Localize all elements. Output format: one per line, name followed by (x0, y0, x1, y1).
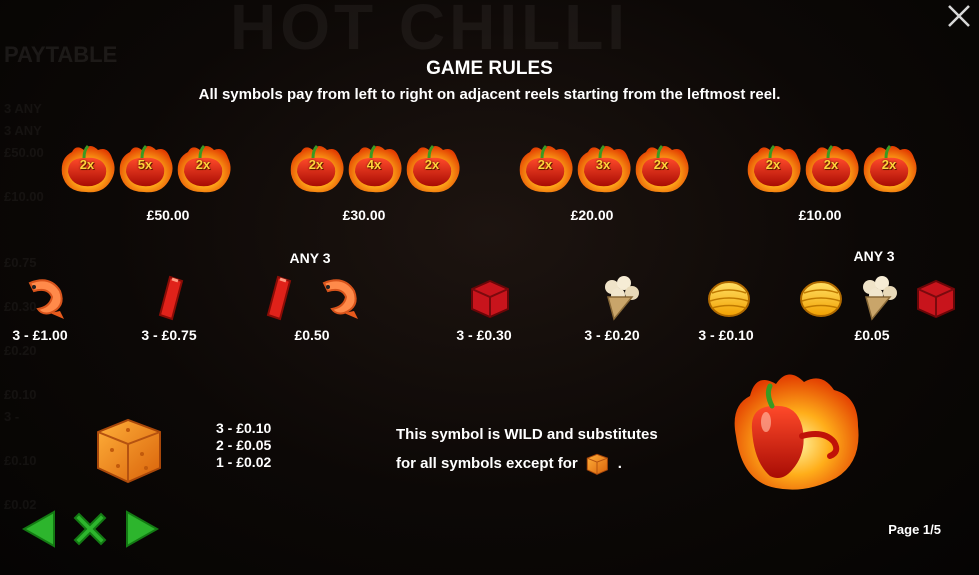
chili-flame-icon: 2x (58, 140, 117, 196)
cheese-cube-pays: 3 - £0.10 2 - £0.05 1 - £0.02 (216, 420, 271, 471)
any3-right-prize: £0.05 (854, 327, 890, 343)
meat-cube-icon (910, 273, 960, 323)
multiplier-label: 2x (308, 157, 324, 172)
combo-prize-3: £20.00 (570, 207, 614, 223)
any3-right-label: ANY 3 (853, 248, 895, 264)
wild-line-2: for all symbols except for. (396, 449, 658, 478)
cube-pay-2: 2 - £0.05 (216, 437, 272, 453)
corn-icon (704, 273, 754, 323)
multiplier-label: 2x (881, 157, 897, 172)
arrow-left-icon (21, 510, 55, 548)
wild-line-1: This symbol is WILD and substitutes (396, 426, 658, 443)
chili-flame-icon: 2x (744, 140, 803, 196)
meat-cube-icon (464, 273, 514, 323)
chili-flame-icon: 3x (574, 140, 633, 196)
multiplier-label: 2x (195, 157, 211, 172)
x-close-green-icon (73, 512, 107, 546)
wild-line-2-end: . (617, 455, 622, 472)
wild-description: This symbol is WILD and substitutes for … (396, 420, 658, 478)
meat-prize: 3 - £0.30 (456, 327, 512, 343)
page-title: GAME RULES (426, 58, 553, 79)
chili-flame-icon: 4x (345, 140, 404, 196)
chili-flame-icon: 2x (174, 140, 233, 196)
mushroom-cone-icon (852, 273, 902, 323)
chili-flame-icon: 2x (287, 140, 346, 196)
shrimp-icon (20, 273, 70, 323)
cube-pay-3: 3 - £0.10 (216, 420, 272, 436)
red-pepper-prize: 3 - £0.75 (141, 327, 197, 343)
multiplier-label: 5x (137, 157, 153, 172)
next-page-button[interactable] (121, 508, 163, 550)
corn-prize: 3 - £0.10 (698, 327, 754, 343)
multiplier-combo-1: 2x 5x 2x (58, 140, 238, 200)
page-indicator: Page 1/5 (888, 522, 941, 537)
close-button[interactable] (945, 2, 973, 30)
multiplier-label: 4x (366, 157, 382, 172)
close-icon (948, 5, 970, 27)
red-pepper-icon (256, 273, 306, 323)
multiplier-label: 2x (424, 157, 440, 172)
chili-flame-icon: 2x (516, 140, 575, 196)
multiplier-combo-4: 2x 2x 2x (744, 140, 924, 200)
any3-left-label: ANY 3 (289, 250, 331, 266)
mushroom-prize: 3 - £0.20 (584, 327, 640, 343)
arrow-right-icon (126, 510, 160, 548)
chili-flame-icon: 2x (802, 140, 861, 196)
combo-prize-1: £50.00 (146, 207, 190, 223)
multiplier-label: 2x (653, 157, 669, 172)
wild-chili-icon (726, 366, 866, 496)
cheese-cube-icon (88, 410, 168, 490)
rules-subtitle: All symbols pay from left to right on ad… (198, 86, 781, 103)
background-logo: HOT CHILLI (230, 0, 630, 63)
shrimp-prize: 3 - £1.00 (12, 327, 68, 343)
multiplier-combo-2: 2x 4x 2x (287, 140, 467, 200)
combo-prize-4: £10.00 (798, 207, 842, 223)
multiplier-combo-3: 2x 3x 2x (516, 140, 696, 200)
multiplier-label: 2x (79, 157, 95, 172)
any3-left-prize: £0.50 (294, 327, 330, 343)
previous-page-button[interactable] (18, 508, 60, 550)
wild-line-2-text: for all symbols except for (396, 455, 578, 472)
chili-flame-icon: 2x (860, 140, 919, 196)
mushroom-cone-icon (594, 273, 644, 323)
cheese-cube-icon (584, 451, 610, 477)
multiplier-label: 3x (595, 157, 611, 172)
shrimp-icon (314, 273, 364, 323)
chili-flame-icon: 2x (632, 140, 691, 196)
chili-flame-icon: 2x (403, 140, 462, 196)
multiplier-label: 2x (537, 157, 553, 172)
multiplier-label: 2x (765, 157, 781, 172)
close-rules-button[interactable] (69, 508, 111, 550)
cube-pay-1: 1 - £0.02 (216, 454, 272, 470)
red-pepper-icon (148, 273, 198, 323)
chili-flame-icon: 5x (116, 140, 175, 196)
corn-icon (796, 273, 846, 323)
combo-prize-2: £30.00 (342, 207, 386, 223)
multiplier-label: 2x (823, 157, 839, 172)
